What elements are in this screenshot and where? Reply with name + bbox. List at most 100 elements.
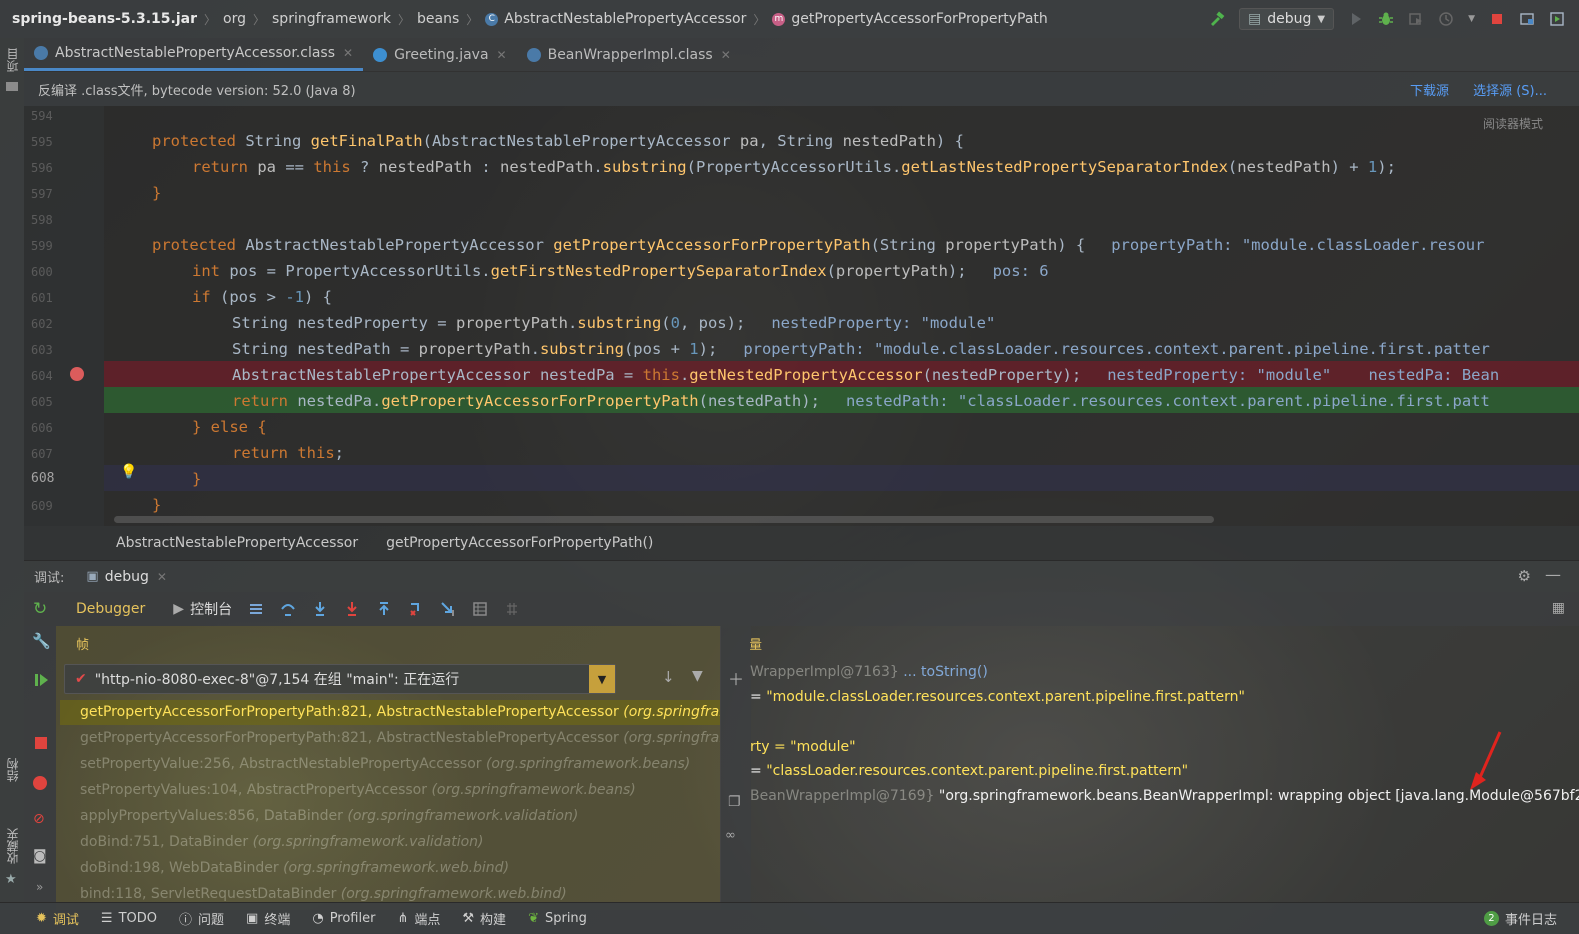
thread-selector[interactable]: ✔ "http-nio-8080-exec-8"@7,154 在组 "main"… — [64, 664, 616, 694]
show-execution-point-icon[interactable] — [248, 601, 264, 617]
inline-debug-value: pos: 6 — [992, 262, 1049, 280]
tab-console[interactable]: ▶ 控制台 — [173, 599, 232, 619]
horizontal-scrollbar[interactable] — [114, 516, 1214, 523]
layout-icon[interactable]: ▦ — [1552, 600, 1565, 616]
tab-debugger[interactable]: Debugger — [76, 601, 145, 617]
step-into-icon[interactable] — [312, 601, 328, 617]
breadcrumb-package-beans[interactable]: beans — [417, 11, 459, 27]
frame-row[interactable]: doBind:751, DataBinder (org.springframew… — [60, 830, 720, 855]
download-sources-link[interactable]: 下载源 — [1410, 80, 1449, 99]
breadcrumb-package-org[interactable]: org — [223, 11, 246, 27]
stop-icon[interactable] — [1489, 11, 1505, 27]
structure-tool-button[interactable]: 结构 — [4, 758, 21, 782]
rerun-icon[interactable]: ↻ — [33, 599, 47, 619]
watches-glasses-icon[interactable]: ∞ — [725, 828, 736, 843]
frame-package: (org.springframework.validation) — [347, 808, 579, 824]
trace-icon[interactable] — [504, 601, 520, 617]
inline-debug-value: propertyPath: "module.classLoader.resour… — [743, 340, 1490, 358]
code-token: ( — [1227, 158, 1238, 176]
variable-row[interactable]: rty = "module" — [750, 735, 856, 759]
event-log-button[interactable]: 2 事件日志 — [1483, 909, 1557, 928]
debug-bug-icon[interactable] — [1378, 11, 1394, 27]
close-icon[interactable]: ✕ — [721, 48, 731, 62]
breadcrumb-class[interactable]: AbstractNestablePropertyAccessor — [116, 535, 358, 551]
chevron-down-icon[interactable]: ▼ — [589, 665, 615, 693]
debug-session-tab[interactable]: debug — [105, 569, 149, 585]
minimize-icon[interactable]: — — [1545, 565, 1561, 584]
frame-row[interactable]: setPropertyValues:104, AbstractPropertyA… — [60, 778, 720, 803]
wrench-icon[interactable]: 🔧 — [32, 632, 51, 650]
step-out-icon[interactable] — [376, 601, 392, 617]
filter-icon[interactable]: ▼ — [692, 668, 703, 684]
run-icon[interactable] — [1348, 11, 1364, 27]
favorites-tool-button[interactable]: 收藏夹 — [4, 828, 21, 864]
run-anything-icon[interactable] — [1549, 11, 1565, 27]
force-step-into-icon[interactable] — [344, 601, 360, 617]
gear-icon[interactable]: ⚙ — [1518, 567, 1531, 585]
endpoints-tool-button[interactable]: ⋔ 端点 — [397, 909, 440, 928]
lightbulb-icon[interactable]: 💡 — [120, 464, 137, 480]
evaluate-expression-icon[interactable] — [472, 601, 488, 617]
profiler-tool-button[interactable]: ◔ Profiler — [312, 911, 375, 926]
code-token: ) { — [1057, 236, 1086, 254]
code-token: String — [245, 132, 311, 150]
resume-icon[interactable] — [33, 672, 49, 688]
project-structure-icon[interactable] — [1519, 11, 1535, 27]
code-token: else — [210, 418, 248, 436]
view-breakpoints-icon[interactable] — [33, 776, 47, 790]
tab-abstract-nestable-property-accessor[interactable]: AbstractNestablePropertyAccessor.class ✕ — [24, 38, 364, 71]
run-to-cursor-icon[interactable] — [440, 601, 456, 617]
chevron-right-icon: 〉 — [466, 12, 479, 27]
breadcrumb-method[interactable]: getPropertyAccessorForPropertyPath() — [386, 535, 653, 551]
close-icon[interactable]: ✕ — [343, 46, 353, 60]
copy-icon[interactable]: ❐ — [728, 794, 741, 810]
todo-tool-button[interactable]: ☰ TODO — [101, 911, 157, 926]
debugger-toolbar: ↻ Debugger ▶ 控制台 ▦ — [24, 592, 1579, 626]
run-configuration-select[interactable]: ▤ debug ▼ — [1238, 8, 1335, 30]
code-token: String nestedPath = — [232, 340, 419, 358]
run-toolbar: ▤ debug ▼ ▼ — [1209, 0, 1579, 38]
check-icon: ✔ — [75, 671, 87, 687]
debug-tool-button[interactable]: ✹ 调试 — [36, 909, 79, 928]
frame-row[interactable]: applyPropertyValues:856, DataBinder (org… — [60, 804, 720, 829]
profile-icon[interactable] — [1438, 11, 1454, 27]
code-editor[interactable]: 阅读器模式 594 595 596 597 598 599 600 601 60… — [24, 106, 1579, 526]
project-tool-button[interactable]: 项目 — [4, 48, 21, 72]
breadcrumb-method[interactable]: getPropertyAccessorForPropertyPath — [791, 11, 1047, 27]
stop-icon[interactable] — [34, 736, 48, 750]
choose-sources-link[interactable]: 选择源 (S)... — [1473, 80, 1547, 99]
terminal-tool-button[interactable]: ▣ 终端 — [246, 909, 290, 928]
frame-row[interactable]: doBind:198, WebDataBinder (org.springfra… — [60, 856, 720, 881]
variable-row[interactable]: = "module.classLoader.resources.context.… — [750, 685, 1245, 709]
build-tool-button[interactable]: ⚒ 构建 — [462, 909, 506, 928]
coverage-icon[interactable] — [1408, 11, 1424, 27]
camera-icon[interactable]: ◙ — [33, 848, 47, 864]
add-watch-icon[interactable]: ＋ — [728, 666, 744, 690]
arrow-down-icon[interactable]: ↓ — [662, 668, 675, 686]
frame-row[interactable]: getPropertyAccessorForPropertyPath:821, … — [60, 726, 720, 751]
more-run-options-icon[interactable]: ▼ — [1468, 14, 1475, 24]
variable-row[interactable]: BeanWrapperImpl@7169} "org.springframewo… — [750, 784, 1579, 808]
problems-tool-button[interactable]: ⓘ 问题 — [179, 909, 224, 928]
close-icon[interactable]: ✕ — [157, 570, 167, 584]
reader-mode-toggle[interactable]: 阅读器模式 — [1483, 115, 1543, 132]
mute-breakpoints-icon[interactable]: ⊘ — [33, 811, 45, 827]
breadcrumb-jar[interactable]: spring-beans-5.3.15.jar — [12, 11, 197, 27]
to-string-link[interactable]: ... toString() — [903, 664, 988, 680]
variable-row[interactable]: WrapperImpl@7163} ... toString() — [750, 660, 988, 684]
tab-greeting-java[interactable]: Greeting.java ✕ — [363, 38, 517, 71]
frame-row[interactable]: setPropertyValue:256, AbstractNestablePr… — [60, 752, 720, 777]
debug-actions-column: 🔧 ⊘ ◙ » — [24, 626, 56, 910]
close-icon[interactable]: ✕ — [497, 48, 507, 62]
variable-row[interactable]: = "classLoader.resources.context.parent.… — [750, 759, 1188, 783]
tab-bean-wrapper-impl[interactable]: BeanWrapperImpl.class ✕ — [517, 38, 741, 71]
build-hammer-icon[interactable] — [1209, 11, 1225, 27]
frame-row[interactable]: getPropertyAccessorForPropertyPath:821, … — [60, 700, 720, 725]
step-over-icon[interactable] — [280, 601, 296, 617]
breakpoint-icon[interactable] — [70, 367, 84, 381]
breadcrumb-package-springframework[interactable]: springframework — [272, 11, 391, 27]
more-icon[interactable]: » — [36, 880, 43, 894]
spring-tool-button[interactable]: ❦ Spring — [528, 911, 587, 926]
breadcrumb-class[interactable]: AbstractNestablePropertyAccessor — [504, 11, 746, 27]
drop-frame-icon[interactable] — [408, 601, 424, 617]
